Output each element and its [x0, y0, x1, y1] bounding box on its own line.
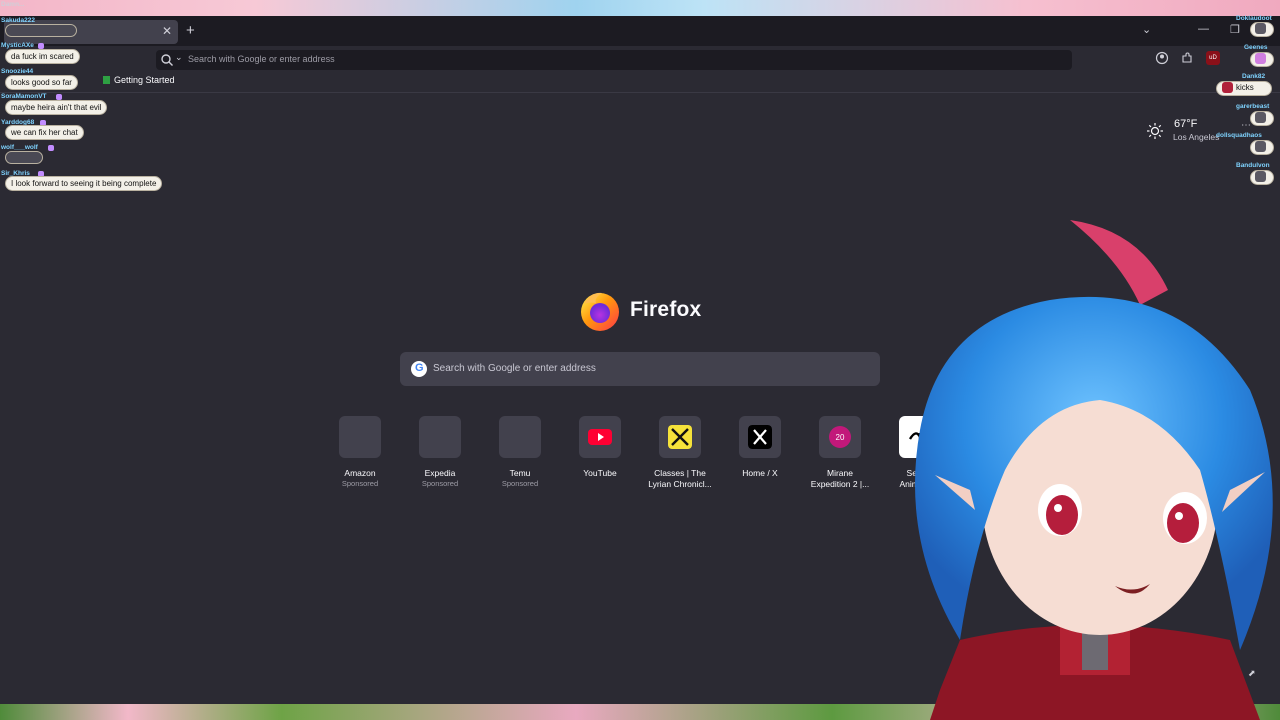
- x-logo-icon: [748, 425, 772, 449]
- chat-username: Sakuda222: [1, 17, 35, 24]
- blank-icon: [499, 416, 541, 458]
- firefox-wordmark: Firefox: [630, 298, 702, 321]
- shortcut-amazon[interactable]: Amazon Sponsored: [320, 416, 400, 489]
- weather-widget[interactable]: 67°F Los Angeles ⋯: [1146, 116, 1256, 146]
- shortcut-temu[interactable]: Temu Sponsored: [480, 416, 560, 489]
- ublock-icon[interactable]: uD: [1206, 51, 1220, 65]
- chevron-down-icon[interactable]: ⌄: [1142, 23, 1151, 36]
- navigation-toolbar: ⌄ Search with Google or enter address uD: [0, 46, 1280, 72]
- chat-username: Damn...: [1, 1, 25, 8]
- viewer-name: Bandulvon: [1236, 162, 1270, 169]
- shortcut-lyrian-chronicles[interactable]: Classes | The Lyrian Chronicl...: [640, 416, 720, 490]
- chat-username: Snoozie44: [1, 68, 34, 75]
- viewer-name: Geenes: [1244, 44, 1268, 51]
- url-placeholder: Search with Google or enter address: [188, 54, 335, 64]
- viewer-avatar: [1255, 141, 1266, 152]
- chat-emote-message: [5, 24, 77, 37]
- firefox-logo-icon: [581, 292, 619, 331]
- newtab-search-input[interactable]: G Search with Google or enter address: [400, 352, 880, 386]
- stream-chat-overlay: Damn... Sakuda222 MysticAXe da fuck im s…: [0, 0, 180, 200]
- shortcut-youtube[interactable]: YouTube: [560, 416, 640, 479]
- svg-text:20: 20: [836, 433, 845, 442]
- shortcut-mirane[interactable]: 20 Mirane Expedition 2 |...: [800, 416, 880, 490]
- minimize-icon[interactable]: —: [1198, 23, 1209, 35]
- weather-location: Los Angeles: [1173, 132, 1220, 142]
- tab-bar: ✕ + ⌄ — ❐: [0, 16, 1280, 46]
- viewer-avatar: [1255, 171, 1266, 182]
- chat-message: da fuck im scared: [5, 49, 80, 64]
- youtube-icon: [588, 429, 612, 445]
- shortcut-expedia[interactable]: Expedia Sponsored: [400, 416, 480, 489]
- sun-icon: [1147, 123, 1163, 139]
- google-icon: G: [411, 361, 427, 377]
- d20-icon: 20: [829, 426, 851, 448]
- chat-message: we can fix her chat: [5, 125, 84, 140]
- viewer-avatar: [1255, 112, 1266, 123]
- url-bar[interactable]: ⌄ Search with Google or enter address: [156, 50, 1072, 70]
- blank-icon: [419, 416, 461, 458]
- account-icon[interactable]: [1155, 51, 1169, 65]
- restore-icon[interactable]: ❐: [1230, 23, 1240, 36]
- newtab-search-placeholder: Search with Google or enter address: [433, 363, 596, 374]
- stream-frame-top: [0, 0, 1280, 16]
- viewer-avatar: [1255, 53, 1266, 64]
- new-tab-plus-icon[interactable]: +: [186, 22, 195, 39]
- top-sites: Amazon Sponsored Expedia Sponsored Temu …: [334, 416, 954, 496]
- viewer-name: dollsquadhaos: [1216, 132, 1262, 139]
- blank-icon: [339, 416, 381, 458]
- viewer-name: garerbeast: [1236, 103, 1270, 110]
- viewer-label: kicks: [1236, 83, 1254, 92]
- extensions-icon[interactable]: [1180, 51, 1194, 65]
- bookmarks-toolbar: Getting Started: [0, 72, 1280, 93]
- shortcut-x[interactable]: Home / X: [720, 416, 800, 479]
- viewer-avatar: [1222, 82, 1233, 93]
- chat-username: wolf___wolf: [1, 144, 38, 151]
- viewer-name: Dank82: [1242, 73, 1266, 80]
- chat-emote-message: [5, 151, 43, 164]
- chat-username: SoraMamonVT: [1, 93, 47, 100]
- sub-badge-icon: [48, 145, 54, 151]
- vtuber-avatar: [915, 220, 1273, 720]
- chat-message: I look forward to seeing it being comple…: [5, 176, 163, 191]
- chat-message: looks good so far: [5, 75, 78, 90]
- chat-message: maybe heira ain't that evil: [5, 100, 108, 115]
- weather-temp: 67°F: [1174, 118, 1198, 130]
- more-options-icon[interactable]: ⋯: [1241, 120, 1251, 131]
- swords-icon: [668, 425, 692, 449]
- chat-username: MysticAXe: [1, 42, 34, 49]
- pin-icon: ⬈: [1248, 668, 1256, 678]
- viewer-avatar: [1255, 23, 1266, 34]
- viewer-name: Doklaudoot: [1236, 15, 1272, 22]
